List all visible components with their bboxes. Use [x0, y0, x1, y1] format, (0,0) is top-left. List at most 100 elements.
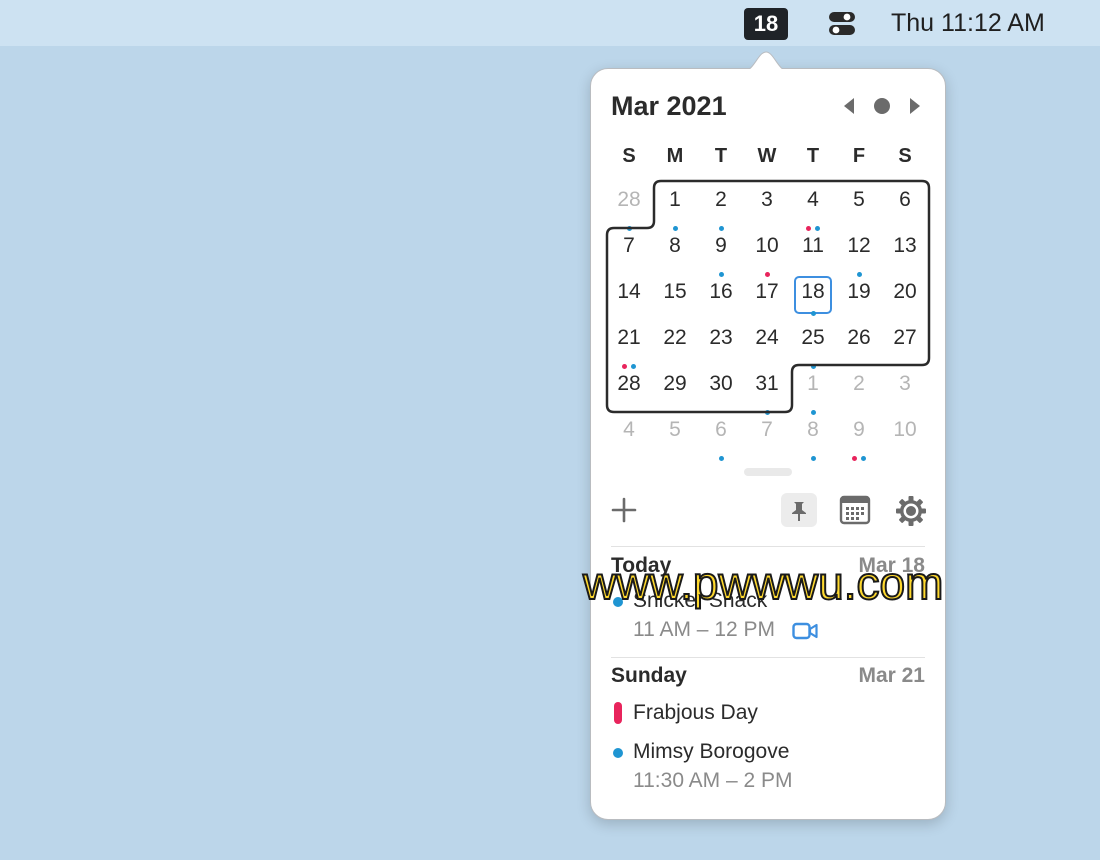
event-color-dot	[613, 748, 623, 758]
day-cell[interactable]: 8	[654, 231, 696, 271]
next-month-icon[interactable]	[908, 97, 922, 115]
day-cell[interactable]: 7	[746, 415, 788, 455]
event-indicator-dots	[700, 216, 742, 231]
day-number: 10	[755, 234, 779, 257]
day-number: 22	[663, 326, 687, 349]
day-number: 7	[623, 234, 635, 257]
day-number: 1	[807, 372, 819, 395]
day-cell[interactable]: 31	[746, 369, 788, 415]
day-number: 2	[715, 188, 727, 211]
day-number: 9	[853, 418, 865, 441]
event-mimsy-borogove-time: 11:30 AM – 2 PM	[633, 769, 793, 792]
all-day-event-color-bar	[614, 702, 622, 724]
day-cell[interactable]: 8	[792, 415, 834, 461]
day-number: 1	[669, 188, 681, 211]
day-cell[interactable]: 20	[884, 277, 926, 317]
day-cell[interactable]: 10	[884, 415, 926, 455]
day-cell[interactable]: 10	[746, 231, 788, 277]
video-call-icon[interactable]	[792, 622, 818, 640]
event-indicator-dots	[792, 446, 834, 461]
day-cell[interactable]: 9	[700, 231, 742, 277]
day-number: 12	[847, 234, 871, 257]
event-indicator-dots	[700, 446, 742, 461]
event-indicator-dots	[746, 400, 788, 415]
event-snicker-snack-time: 11 AM – 12 PM	[633, 618, 776, 641]
day-cell[interactable]: 28	[608, 369, 650, 409]
day-number: 29	[663, 372, 687, 395]
day-cell[interactable]: 13	[884, 231, 926, 271]
day-cell-today[interactable]: 18	[794, 276, 832, 316]
event-indicator-dots	[746, 262, 788, 277]
day-cell[interactable]: 3	[884, 369, 926, 409]
menu-bar-calendar-date-badge[interactable]: 18	[744, 8, 788, 40]
event-dot	[861, 456, 866, 461]
event-mimsy-borogove-title[interactable]: Mimsy Borogove	[633, 740, 789, 764]
day-number: 14	[617, 280, 641, 303]
event-indicator-dots	[838, 446, 880, 461]
day-number: 28	[617, 372, 641, 395]
day-number: 8	[669, 234, 681, 257]
plus-icon[interactable]	[611, 497, 637, 523]
weekday-label: T	[714, 145, 728, 167]
day-cell[interactable]: 4	[792, 185, 834, 231]
day-cell[interactable]: 17	[746, 277, 788, 317]
day-cell[interactable]: 5	[654, 415, 696, 455]
day-cell[interactable]: 29	[654, 369, 696, 409]
day-cell[interactable]: 22	[654, 323, 696, 363]
previous-month-icon[interactable]	[842, 97, 856, 115]
day-cell[interactable]: 27	[884, 323, 926, 363]
drag-handle[interactable]	[744, 468, 792, 476]
day-cell[interactable]: 1	[654, 185, 696, 231]
menu-bar-clock[interactable]: Thu 11:12 AM	[891, 8, 1045, 38]
event-indicator-dots	[838, 262, 880, 277]
day-cell[interactable]: 11	[792, 231, 834, 271]
day-cell[interactable]: 24	[746, 323, 788, 363]
day-cell[interactable]: 16	[700, 277, 742, 317]
day-cell[interactable]: 2	[838, 369, 880, 409]
event-frabjous-day-title[interactable]: Frabjous Day	[633, 701, 758, 725]
day-cell[interactable]: 3	[746, 185, 788, 225]
day-cell[interactable]: 15	[654, 277, 696, 317]
day-cell[interactable]: 2	[700, 185, 742, 231]
day-number: 19	[847, 280, 871, 303]
day-cell[interactable]: 12	[838, 231, 880, 277]
day-number: 15	[663, 280, 687, 303]
pin-button[interactable]	[781, 493, 817, 527]
day-number: 31	[755, 372, 779, 395]
day-cell[interactable]: 7	[608, 231, 650, 271]
day-number: 8	[807, 418, 819, 441]
day-cell[interactable]: 6	[700, 415, 742, 461]
day-number: 18	[801, 280, 825, 303]
day-cell[interactable]: 14	[608, 277, 650, 317]
weekday-label: F	[852, 145, 866, 167]
event-indicator-dots	[608, 354, 650, 369]
control-center-toggle-icon[interactable]	[828, 10, 856, 38]
day-number: 20	[893, 280, 917, 303]
weekday-label: T	[806, 145, 820, 167]
event-dot	[810, 456, 816, 461]
popover-arrow	[744, 51, 788, 72]
day-cell[interactable]: 30	[700, 369, 742, 409]
calendar-grid-icon[interactable]	[839, 495, 871, 525]
day-cell[interactable]: 21	[608, 323, 650, 369]
agenda-sunday-date: Mar 21	[858, 664, 925, 687]
day-cell[interactable]: 25	[792, 323, 834, 369]
event-indicator-dots	[792, 400, 834, 415]
day-cell[interactable]: 23	[700, 323, 742, 363]
day-cell[interactable]: 4	[608, 415, 650, 455]
day-cell[interactable]: 28	[608, 185, 650, 231]
day-cell[interactable]: 19	[838, 277, 880, 317]
day-number: 2	[853, 372, 865, 395]
gear-icon[interactable]	[895, 495, 927, 527]
day-cell[interactable]: 1	[792, 369, 834, 415]
today-button[interactable]	[874, 98, 890, 114]
watermark-text: www.pwwwu.com	[582, 556, 944, 610]
day-number: 28	[617, 188, 641, 211]
day-cell[interactable]: 26	[838, 323, 880, 363]
event-dot	[810, 311, 816, 316]
event-indicator-dots	[608, 216, 650, 231]
day-cell[interactable]: 9	[838, 415, 880, 461]
day-cell[interactable]: 6	[884, 185, 926, 225]
event-indicator-dots	[792, 216, 834, 231]
day-cell[interactable]: 5	[838, 185, 880, 225]
